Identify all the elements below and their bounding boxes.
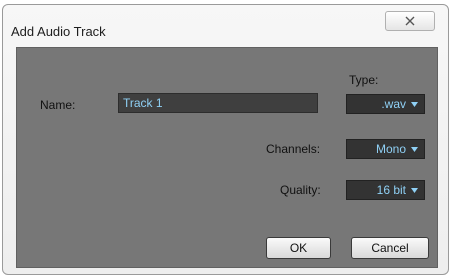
quality-select[interactable]: 16 bit (346, 180, 425, 200)
dialog-title: Add Audio Track (11, 24, 106, 39)
chevron-down-icon (411, 147, 418, 152)
name-input[interactable] (118, 93, 318, 113)
quality-select-value: 16 bit (376, 183, 406, 197)
close-button[interactable] (385, 11, 435, 31)
type-label: Type: (349, 73, 379, 87)
quality-label: Quality: (280, 183, 321, 197)
type-select-value: .wav (381, 97, 406, 111)
add-audio-track-dialog: Add Audio Track Name: Type: .wav Channel… (2, 4, 449, 275)
close-icon (405, 16, 415, 26)
name-label: Name: (40, 98, 76, 112)
chevron-down-icon (411, 188, 418, 193)
channels-label: Channels: (266, 142, 321, 156)
ok-button[interactable]: OK (266, 237, 331, 259)
channels-select-value: Mono (375, 142, 406, 156)
channels-select[interactable]: Mono (346, 139, 425, 159)
cancel-button[interactable]: Cancel (351, 237, 429, 259)
settings-panel: Name: Type: .wav Channels: Mono Quality:… (16, 47, 438, 268)
type-select[interactable]: .wav (346, 94, 425, 114)
chevron-down-icon (411, 102, 418, 107)
